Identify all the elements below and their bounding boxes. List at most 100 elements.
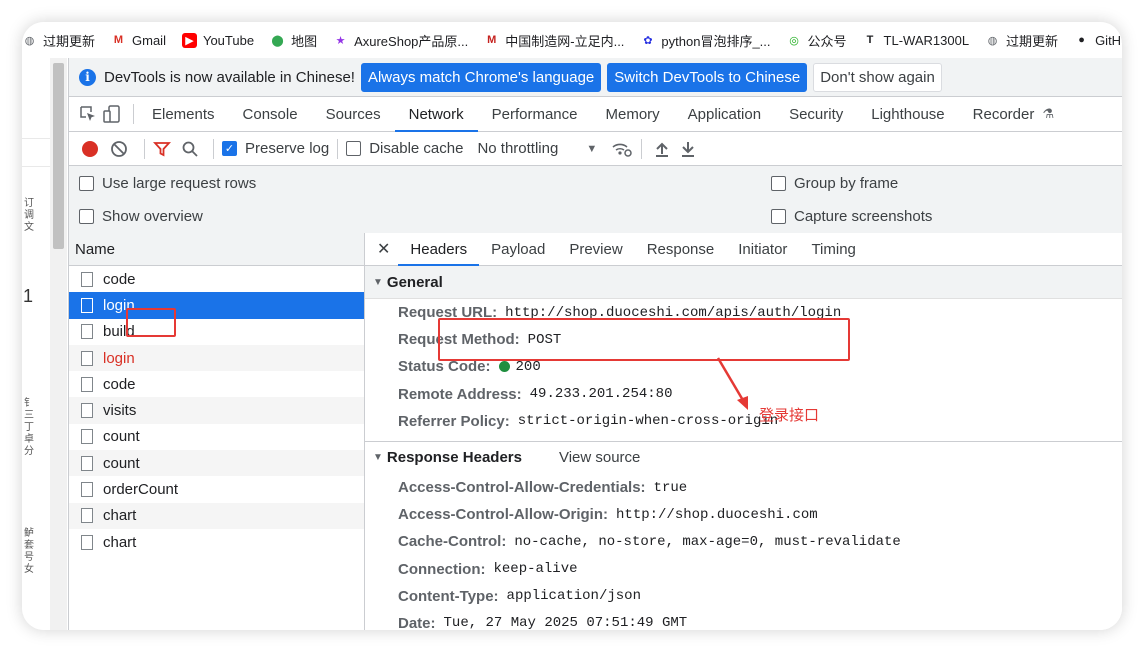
page-scrollbar[interactable] — [50, 58, 67, 630]
request-row[interactable]: login — [69, 292, 364, 319]
detail-tab-initiator[interactable]: Initiator — [726, 233, 799, 265]
capture-checkbox[interactable] — [771, 209, 786, 224]
request-row[interactable]: login — [69, 344, 364, 372]
filter-icon[interactable] — [153, 140, 171, 158]
overview-checkbox[interactable] — [79, 209, 94, 224]
request-row[interactable]: orderCount — [69, 476, 364, 502]
bookmark-label: AxureShop产品原... — [354, 33, 469, 49]
chevron-down-icon[interactable]: ▼ — [586, 143, 597, 155]
request-row[interactable]: code — [69, 266, 364, 292]
tab-console[interactable]: Console — [229, 97, 312, 131]
dont-show-again-button[interactable]: Don't show again — [813, 62, 942, 92]
bookmark-label: 过期更新 — [43, 33, 96, 49]
large-rows-setting[interactable]: Use large request rows — [79, 175, 256, 192]
record-icon[interactable] — [82, 140, 98, 157]
header-value: no-cache, no-store, max-age=0, must-reva… — [514, 533, 901, 550]
header-row: Access-Control-Allow-Origin: http://shop.… — [365, 501, 1122, 528]
close-icon[interactable]: ✕ — [365, 239, 398, 259]
document-icon — [81, 429, 93, 445]
header-key: Referrer Policy: — [398, 412, 510, 430]
header-key: Status Code: — [398, 358, 491, 376]
tab-memory[interactable]: Memory — [592, 97, 674, 131]
preserve-log-checkbox[interactable]: ✓ — [222, 141, 237, 156]
request-row[interactable]: code — [69, 371, 364, 397]
tab-performance[interactable]: Performance — [478, 97, 592, 131]
page-edge: 订调文 1 钅三丁卓分 鲈套号女 — [22, 58, 51, 630]
divider — [133, 104, 134, 124]
request-name: orderCount — [103, 481, 179, 499]
bookmark-item[interactable]: ◍ 过期更新 — [22, 31, 95, 50]
bookmark-label: python冒泡排序_... — [661, 33, 771, 49]
document-icon — [81, 350, 93, 366]
detail-tab-timing[interactable]: Timing — [799, 233, 867, 265]
scrollbar-thumb[interactable] — [53, 63, 64, 249]
name-column-header[interactable]: Name — [69, 233, 364, 266]
bookmark-item[interactable]: M 中国制造网-立足内... — [484, 31, 624, 50]
bookmark-item[interactable]: ✿ python冒泡排序_... — [640, 31, 770, 50]
request-row[interactable]: build — [69, 319, 364, 345]
group-frame-checkbox[interactable] — [771, 176, 786, 191]
document-icon — [81, 534, 93, 550]
bookmark-item[interactable]: M Gmail — [111, 33, 166, 48]
bookmark-item[interactable]: ◎ 公众号 — [787, 31, 846, 50]
inspect-element-icon[interactable] — [79, 105, 97, 123]
group-frame-setting[interactable]: Group by frame — [771, 175, 898, 192]
detail-tab-response[interactable]: Response — [635, 233, 727, 265]
tab-sources[interactable]: Sources — [312, 97, 395, 131]
divider — [337, 138, 339, 159]
match-language-button[interactable]: Always match Chrome's language — [360, 62, 602, 92]
switch-chinese-button[interactable]: Switch DevTools to Chinese — [607, 62, 808, 92]
tab-lighthouse[interactable]: Lighthouse — [857, 97, 958, 131]
request-row[interactable]: visits — [69, 397, 364, 424]
capture-setting[interactable]: Capture screenshots — [771, 208, 932, 225]
tab-list: Elements Console Sources Network Performance… — [138, 97, 1049, 132]
view-source-link[interactable]: View source — [559, 449, 640, 466]
header-value: Tue, 27 May 2025 07:51:49 GMT — [443, 615, 688, 630]
large-rows-checkbox[interactable] — [79, 176, 94, 191]
bookmark-item[interactable]: ◍ 过期更新 — [985, 31, 1058, 50]
disable-cache-label: Disable cache — [369, 140, 464, 157]
tab-elements[interactable]: Elements — [138, 97, 229, 131]
header-row: Date: Tue, 27 May 2025 07:51:49 GMT — [365, 610, 1122, 630]
group-frame-label: Group by frame — [794, 175, 899, 192]
export-har-icon[interactable] — [680, 140, 696, 158]
header-key: Content-Type: — [398, 587, 499, 605]
language-infobar: i DevTools is now available in Chinese! … — [69, 58, 1122, 97]
general-section-header[interactable]: ▼ General — [365, 266, 1122, 299]
detail-tab-headers[interactable]: Headers — [398, 233, 479, 266]
request-row[interactable]: count — [69, 424, 364, 450]
throttling-select[interactable]: No throttling — [477, 140, 558, 157]
bookmark-item[interactable]: T TL-WAR1300L — [863, 33, 969, 48]
import-har-icon[interactable] — [654, 140, 670, 158]
network-conditions-icon[interactable] — [611, 140, 633, 158]
tab-recorder[interactable]: Recorder — [959, 97, 1049, 131]
request-name: code — [103, 375, 136, 393]
overview-setting[interactable]: Show overview — [79, 208, 203, 225]
request-row[interactable]: count — [69, 450, 364, 477]
disable-cache-checkbox[interactable] — [346, 141, 362, 156]
header-key: Cache-Control: — [398, 533, 507, 551]
bookmark-item[interactable]: ● GitHu — [1074, 33, 1122, 48]
tab-application[interactable]: Application — [674, 97, 775, 131]
large-rows-label: Use large request rows — [102, 175, 257, 192]
bookmark-item[interactable]: ★ AxureShop产品原... — [333, 31, 469, 50]
tab-security[interactable]: Security — [775, 97, 857, 131]
request-row[interactable]: chart — [69, 529, 364, 555]
divider — [641, 138, 643, 159]
clear-icon[interactable] — [110, 140, 128, 158]
overview-label: Show overview — [102, 208, 203, 225]
baidu-paw-icon: ✿ — [643, 34, 653, 47]
tab-network[interactable]: Network — [394, 97, 478, 132]
screenshot-card: ◍ 过期更新 M Gmail ▶ YouTube ⬤ 地图 ★ AxureShop产品原... M 中… — [22, 22, 1122, 630]
github-icon: ● — [1078, 34, 1085, 46]
response-headers-section-header[interactable]: ▼ Response Headers View source — [365, 442, 1122, 474]
device-toolbar-icon[interactable] — [103, 105, 121, 123]
gmail-icon: M — [113, 34, 124, 46]
bookmark-item[interactable]: ⬤ 地图 — [270, 31, 317, 50]
search-icon[interactable] — [181, 140, 199, 158]
header-value: 200 — [515, 358, 541, 375]
request-row[interactable]: chart — [69, 502, 364, 529]
detail-tab-payload[interactable]: Payload — [479, 233, 557, 265]
detail-tab-preview[interactable]: Preview — [557, 233, 634, 265]
bookmark-item[interactable]: ▶ YouTube — [181, 32, 254, 48]
